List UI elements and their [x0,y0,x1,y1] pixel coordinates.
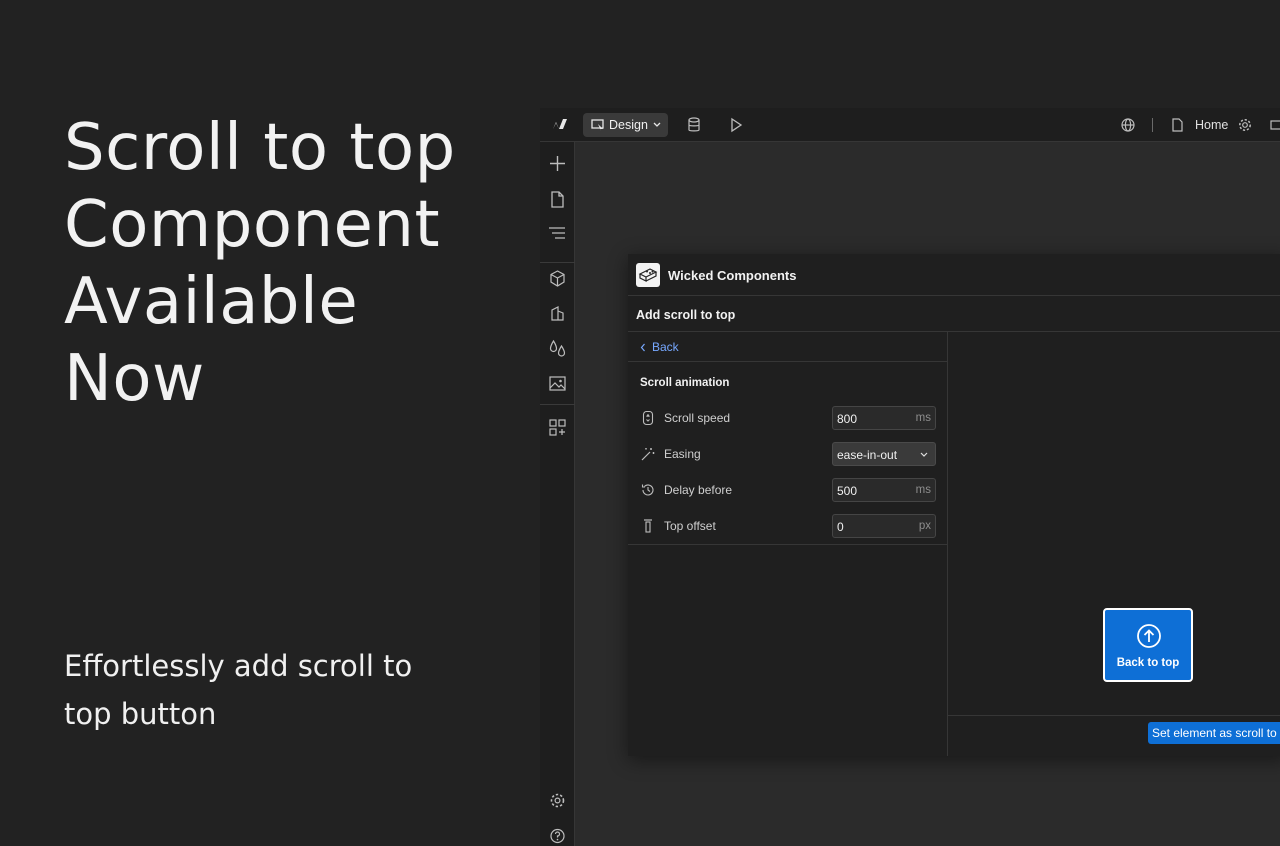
panel-app-name: Wicked Components [668,268,797,283]
play-preview-icon[interactable] [727,116,745,134]
pages-icon[interactable] [548,190,567,209]
help-icon[interactable] [548,826,567,845]
delay-before-label: Delay before [664,483,733,497]
sidebar-divider [540,404,575,405]
hero-line: Component [64,188,441,262]
magic-wand-icon [641,448,655,461]
scroll-speed-value: 800 [837,412,858,426]
chevron-left-icon [640,343,645,351]
gear-icon[interactable] [1236,116,1254,134]
navigator-icon[interactable] [548,224,567,243]
top-offset-row: Top offset 0 px [628,514,948,538]
scroll-speed-row: Scroll speed 800 ms [628,406,948,430]
webflow-logo-icon[interactable] [548,117,568,131]
scroll-speed-input[interactable]: 800 ms [832,406,936,430]
settings-column: Back Scroll animation Scroll speed 800 m… [628,332,948,756]
back-to-top-label: Back to top [1116,657,1180,669]
subtitle-line: Effortlessly add scroll to [64,649,413,683]
preview-area: Back to top [948,332,1280,716]
add-icon[interactable] [548,154,567,173]
globe-icon[interactable] [1119,116,1137,134]
design-mode-button[interactable]: Design [583,113,668,137]
left-sidebar [540,142,575,846]
top-offset-icon [644,519,652,533]
panel-subheader: Add scroll to top [628,296,1280,332]
easing-label: Easing [664,447,701,461]
history-icon [641,484,654,496]
back-row: Back [628,332,947,362]
top-offset-value: 0 [837,520,844,534]
set-element-button[interactable]: Set element as scroll to [1148,722,1280,744]
wicked-components-logo-icon [636,263,660,287]
hero-title: Scroll to top Component Available Now [64,110,504,418]
scroll-speed-unit: ms [915,412,931,424]
toolbar-divider [1152,118,1153,132]
page-icon [1172,118,1183,132]
easing-row: Easing ease-in-out [628,442,948,466]
top-offset-unit: px [918,520,931,532]
subtitle-line: top button [64,697,217,731]
hero-line: Now [64,342,205,416]
back-to-top-preview-button[interactable]: Back to top [1103,608,1193,682]
delay-before-row: Delay before 500 ms [628,478,948,502]
settings-gear-icon[interactable] [548,791,567,810]
chevron-down-icon [920,452,928,457]
delay-before-value: 500 [837,484,858,498]
settings-divider [628,544,948,545]
scroll-speed-label: Scroll speed [664,411,731,425]
current-page-label[interactable]: Home [1195,118,1228,132]
assets-image-icon[interactable] [548,374,567,393]
delay-before-unit: ms [915,484,931,496]
webflow-designer-window: Design Home Wicked Components Add scroll… [540,108,1280,846]
panel-title: Add scroll to top [636,308,736,322]
mouse-scroll-icon [642,410,654,426]
top-toolbar: Design Home [540,108,1280,142]
variables-drops-icon[interactable] [548,339,567,358]
hero-line: Scroll to top [64,111,456,185]
section-title: Scroll animation [640,377,730,389]
panel-header: Wicked Components [628,254,1280,296]
sidebar-divider [540,262,575,263]
styles-icon[interactable] [548,304,567,323]
back-label: Back [652,340,679,354]
hero-subtitle: Effortlessly add scroll to top button [64,642,484,738]
back-link[interactable]: Back [640,340,679,354]
top-offset-input[interactable]: 0 px [832,514,936,538]
easing-value: ease-in-out [837,448,898,462]
design-mode-label: Design [609,118,648,132]
breakpoint-icon[interactable] [1267,116,1280,134]
delay-before-input[interactable]: 500 ms [832,478,936,502]
top-offset-label: Top offset [664,519,716,533]
apps-icon[interactable] [548,418,567,437]
arrow-up-circle-icon [1137,624,1161,648]
cursor-frame-icon [591,119,604,131]
hero-line: Available [64,265,359,339]
components-cube-icon[interactable] [548,269,567,288]
database-icon[interactable] [685,116,703,134]
chevron-down-icon [653,122,661,127]
easing-select[interactable]: ease-in-out [832,442,936,466]
wicked-components-panel: Wicked Components Add scroll to top Back… [628,254,1280,756]
